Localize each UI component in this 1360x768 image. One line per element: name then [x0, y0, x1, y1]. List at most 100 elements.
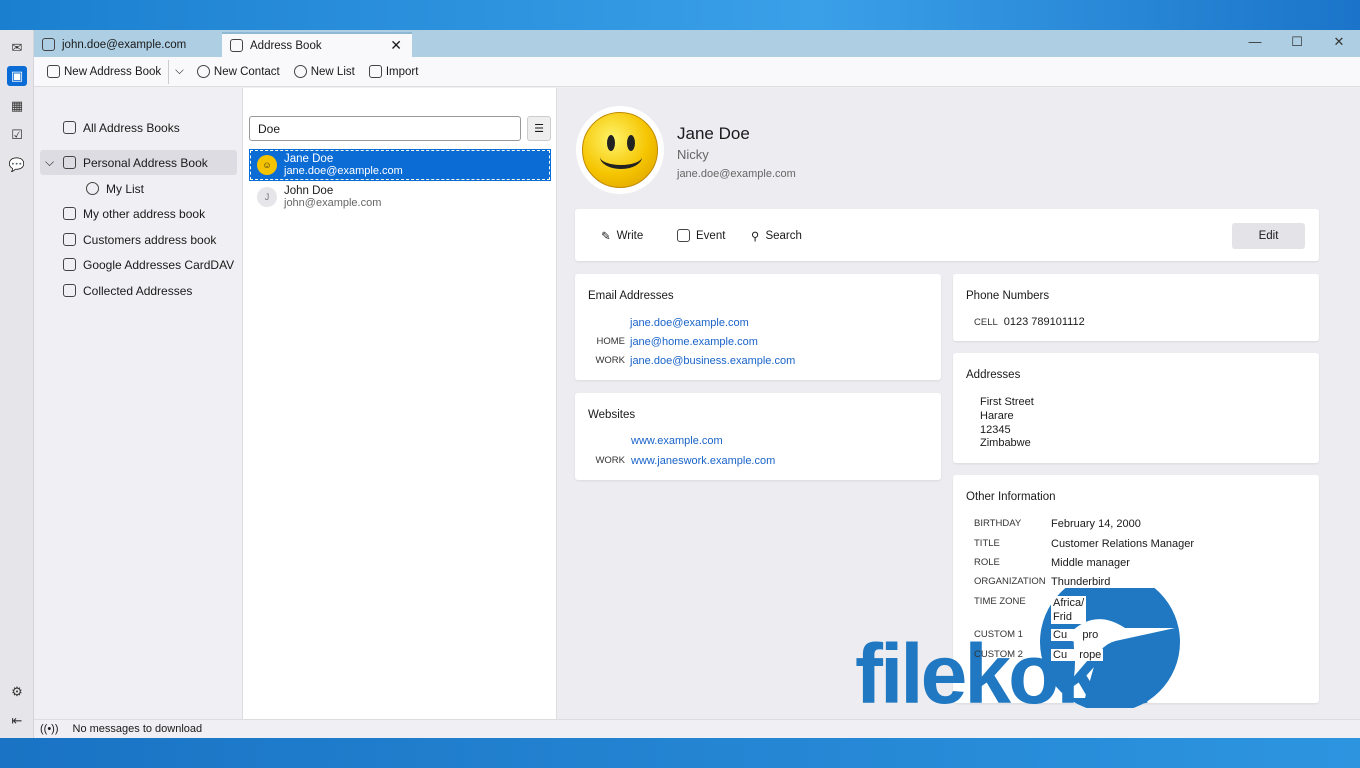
info-label: CUSTOM 2 [974, 649, 1023, 660]
label: Write [616, 230, 644, 242]
label: All Address Books [83, 120, 180, 135]
address-book-icon [63, 207, 76, 220]
address-line: First Street [980, 396, 1034, 408]
label: Personal Address Book [83, 155, 208, 170]
info-row: ROLE Middle manager [974, 557, 1130, 569]
sidebar-item-google-carddav[interactable]: Google Addresses CardDAV [40, 252, 237, 277]
email-link[interactable]: jane@home.example.com [630, 336, 758, 348]
tab-address-book[interactable]: Address Book ✕ [222, 32, 412, 57]
status-bar: ((•)) No messages to download [34, 719, 1360, 738]
contact-name: Jane Doe [284, 153, 334, 165]
contact-email: jane.doe@example.com [677, 168, 796, 180]
contact-email: john@example.com [284, 197, 382, 209]
section-title: Email Addresses [588, 290, 674, 302]
info-label: TIME ZONE [974, 596, 1026, 607]
section-title: Other Information [966, 491, 1056, 503]
label: Search [765, 230, 802, 242]
import-icon [368, 65, 382, 78]
avatar: ☺ [257, 155, 277, 175]
list-icon [86, 182, 99, 195]
new-list-icon [293, 65, 307, 78]
tab-mail[interactable]: john.doe@example.com [34, 32, 221, 57]
contact-name: John Doe [284, 185, 334, 197]
address-line: Harare [980, 409, 1014, 422]
sidebar-item-collected-addresses[interactable]: Collected Addresses [40, 278, 237, 303]
chevron-down-icon[interactable]: ⌵ [45, 155, 54, 170]
avatar: J [257, 187, 277, 207]
taskbar [0, 738, 1360, 768]
search-button[interactable]: ⚲ Search [751, 229, 802, 243]
new-address-book-button[interactable]: New Address Book [40, 60, 168, 84]
smiley-icon [582, 112, 658, 188]
websites-panel: Websites www.example.com WORK www.janeswo… [575, 393, 941, 480]
email-type [587, 317, 625, 329]
address-book-list: All Address Books ⌵ Personal Address Book… [34, 88, 242, 719]
website-link[interactable]: www.example.com [631, 435, 723, 447]
sidebar-item-personal-address-book[interactable]: ⌵ Personal Address Book [40, 150, 237, 175]
tasks-icon[interactable]: ☑ [7, 125, 27, 145]
tab-label: john.doe@example.com [62, 38, 187, 51]
settings-icon[interactable]: ⚙ [7, 682, 27, 702]
calendar-icon[interactable]: ▦ [7, 96, 27, 116]
search-icon: ⚲ [751, 231, 760, 243]
sort-icon: ☰ [534, 123, 544, 135]
sidebar-item-customers-address-book[interactable]: Customers address book [40, 227, 237, 252]
address-book-icon [63, 258, 76, 271]
info-value: Thunderbird [1051, 576, 1111, 588]
close-window-button[interactable]: ✕ [1324, 34, 1354, 50]
new-contact-button[interactable]: New Contact [190, 60, 287, 84]
import-button[interactable]: Import [362, 60, 426, 84]
email-link[interactable]: jane.doe@example.com [630, 317, 749, 329]
online-status-icon[interactable]: ((•)) [40, 723, 59, 735]
info-value: Middle manager [1051, 557, 1130, 569]
info-label: TITLE [974, 538, 1000, 549]
label: Import [385, 65, 419, 78]
address-book-icon [63, 156, 76, 169]
contact-email: jane.doe@example.com [284, 165, 403, 177]
phone-row: CELL 0123 789101112 [974, 316, 1085, 328]
address-line: 12345 [980, 423, 1011, 436]
email-link[interactable]: jane.doe@business.example.com [630, 355, 795, 367]
address-book-icon [63, 284, 76, 297]
actions-panel: ✎ Write Event ⚲ Search Edit [575, 209, 1319, 261]
event-button[interactable]: Event [677, 229, 725, 242]
sidebar-item-my-list[interactable]: My List [40, 176, 237, 201]
address-book-icon[interactable]: ▣ [7, 66, 27, 86]
maximize-button[interactable]: ☐ [1282, 34, 1312, 50]
new-address-book-dropdown[interactable]: ⌵ [168, 59, 190, 84]
chevron-down-icon: ⌵ [175, 65, 184, 77]
address-line: Zimbabwe [980, 437, 1031, 450]
email-row: jane.doe@example.com [587, 317, 749, 329]
sidebar-item-all-address-books[interactable]: All Address Books [40, 115, 237, 140]
edit-button[interactable]: Edit [1232, 223, 1305, 249]
label: Event [696, 229, 726, 242]
info-label: BIRTHDAY [974, 518, 1022, 529]
contact-photo [576, 106, 664, 194]
contact-row[interactable]: ☺ Jane Doe jane.doe@example.com [249, 149, 551, 181]
contact-row[interactable]: J John Doe john@example.com [249, 181, 551, 213]
phone-numbers-panel: Phone Numbers CELL 0123 789101112 [953, 274, 1319, 341]
info-row: CUSTOM 2 Cu rope [974, 649, 1104, 661]
sidebar-item-my-other-address-book[interactable]: My other address book [40, 201, 237, 226]
collapse-icon[interactable]: ⇤ [7, 711, 27, 731]
new-list-button[interactable]: New List [287, 60, 362, 84]
info-value: Frid [1051, 610, 1087, 624]
mail-icon[interactable]: ✉ [7, 38, 27, 58]
address-book-icon [63, 121, 76, 134]
new-contact-icon [196, 65, 210, 78]
email-row: HOME jane@home.example.com [587, 336, 758, 348]
address-book-icon [47, 65, 60, 78]
info-value: Customer Relations Manager [1051, 538, 1195, 550]
search-input[interactable]: Doe [249, 116, 521, 141]
email-type: HOME [596, 336, 626, 347]
website-link[interactable]: www.janeswork.example.com [631, 455, 775, 467]
email-addresses-panel: Email Addresses jane.doe@example.com HOM… [575, 274, 941, 380]
write-button[interactable]: ✎ Write [601, 229, 643, 243]
close-tab-icon[interactable]: ✕ [390, 37, 402, 54]
pencil-icon: ✎ [601, 231, 611, 243]
contact-nickname: Nicky [677, 147, 709, 162]
section-title: Addresses [966, 369, 1021, 381]
sort-options-button[interactable]: ☰ [527, 116, 551, 141]
minimize-button[interactable]: — [1240, 34, 1270, 49]
chat-icon[interactable]: 💬 [7, 155, 27, 175]
